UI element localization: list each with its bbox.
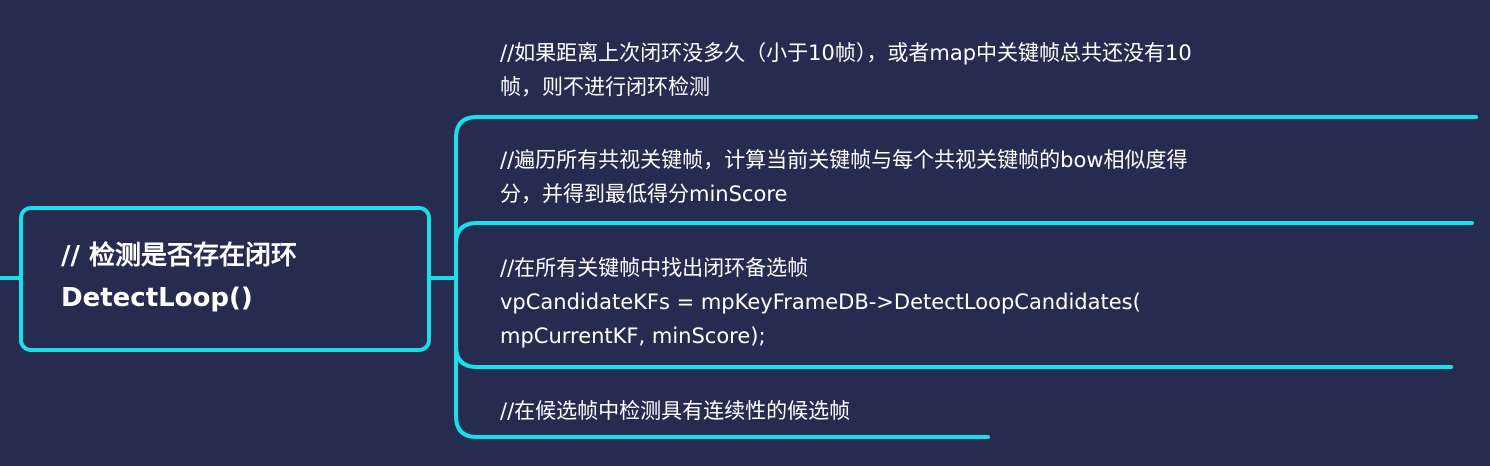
child-underline-2	[454, 221, 1474, 246]
child-topic-min-score[interactable]: //遍历所有共视关键帧，计算当前关键帧与每个共视关键帧的bow相似度得 分，并得…	[500, 143, 1188, 211]
root-topic-function: DetectLoop()	[61, 283, 253, 313]
child-topic-2-line-1: //遍历所有共视关键帧，计算当前关键帧与每个共视关键帧的bow相似度得	[500, 148, 1188, 172]
child-topic-2-line-2: 分，并得到最低得分minScore	[500, 182, 788, 206]
root-topic-title: // 检测是否存在闭环	[61, 241, 298, 271]
child-topic-4-line-1: //在候选帧中检测具有连续性的候选帧	[500, 399, 851, 423]
child-topic-3-line-2: vpCandidateKFs = mpKeyFrameDB->DetectLoo…	[500, 290, 1141, 314]
child-topic-3-line-1: //在所有关键帧中找出闭环备选帧	[500, 256, 809, 280]
branch-bracket	[454, 115, 479, 439]
child-topic-3-line-3: mpCurrentKF, minScore);	[500, 324, 766, 348]
child-topic-1-line-1: //如果距离上次闭环没多久（小于10帧），或者map中关键帧总共还没有10	[500, 41, 1192, 65]
child-topic-skip-condition[interactable]: //如果距离上次闭环没多久（小于10帧），或者map中关键帧总共还没有10 帧，…	[500, 36, 1192, 104]
child-topic-consistency-check[interactable]: //在候选帧中检测具有连续性的候选帧	[500, 394, 850, 428]
child-topic-1-line-2: 帧，则不进行闭环检测	[500, 75, 710, 99]
child-topic-detect-candidates[interactable]: //在所有关键帧中找出闭环备选帧 vpCandidateKFs = mpKeyF…	[500, 251, 1141, 353]
root-topic-node[interactable]: // 检测是否存在闭环 DetectLoop()	[19, 206, 431, 352]
